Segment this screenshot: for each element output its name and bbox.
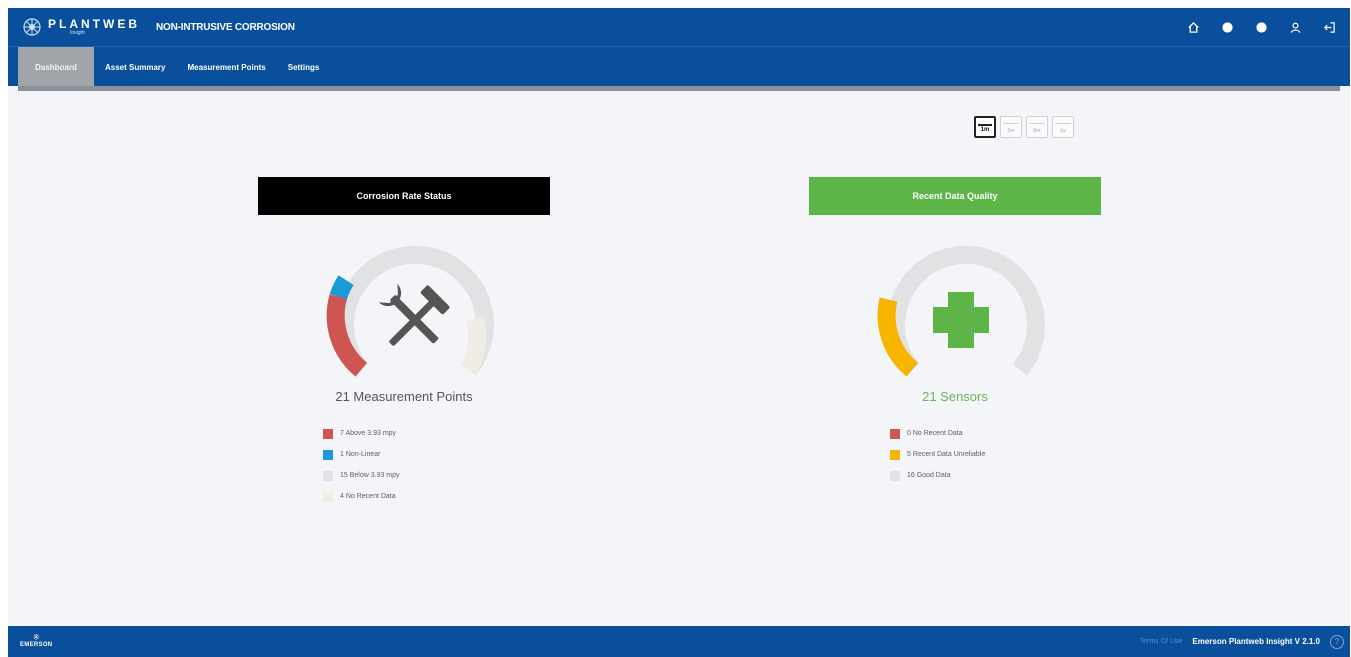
plantweb-logo-icon: [22, 17, 42, 37]
range-3m-calendar-icon[interactable]: 3m: [1000, 116, 1022, 138]
footer: ※ EMERSON Terms Of Use Emerson Plantweb …: [8, 626, 1350, 657]
help-circle-icon[interactable]: [1254, 20, 1268, 34]
terms-of-use-link[interactable]: Terms Of Use: [1140, 638, 1183, 645]
brand[interactable]: PLANTWEB Insight: [22, 17, 140, 37]
emerson-name: EMERSON: [20, 642, 53, 648]
corrosion-gauge-track: [336, 245, 494, 376]
legend-label: 15 Below 3.93 mpy: [340, 472, 400, 479]
legend-item-nonlinear[interactable]: 1 Non-Linear: [323, 444, 400, 465]
tab-asset-summary[interactable]: Asset Summary: [94, 47, 176, 87]
app-frame: PLANTWEB Insight NON-INTRUSIVE CORROSION: [8, 8, 1350, 657]
data-quality-gauge[interactable]: [866, 228, 1046, 388]
tab-dashboard[interactable]: Dashboard: [18, 47, 94, 87]
legend-label: 0 No Recent Data: [907, 430, 963, 437]
nav-tabs: Dashboard Asset Summary Measurement Poin…: [18, 47, 330, 87]
corrosion-gauge-segment-norecent: [460, 315, 487, 375]
main-nav: Dashboard Asset Summary Measurement Poin…: [8, 46, 1350, 87]
logout-icon[interactable]: [1322, 20, 1336, 34]
legend-swatch: [323, 491, 333, 502]
legend-item-norecent[interactable]: 4 No Recent Data: [323, 486, 400, 507]
brand-sub: Insight: [70, 30, 85, 36]
range-6m-calendar-icon[interactable]: 6m: [1026, 116, 1048, 138]
user-icon[interactable]: [1288, 20, 1302, 34]
legend-item-below[interactable]: 15 Below 3.93 mpy: [323, 465, 400, 486]
tab-measurement-points[interactable]: Measurement Points: [176, 47, 276, 87]
range-6m-label: 6m: [1033, 128, 1041, 134]
legend-item-unreliable[interactable]: 5 Recent Data Unreliable: [890, 444, 985, 465]
legend-item-good[interactable]: 16 Good Data: [890, 465, 985, 486]
tools-icon: [378, 283, 450, 346]
recent-data-quality-header[interactable]: Recent Data Quality: [809, 177, 1101, 215]
corrosion-gauge[interactable]: [315, 228, 495, 388]
footer-right: Terms Of Use Emerson Plantweb Insight V …: [1140, 626, 1344, 657]
notifications-icon[interactable]: [1220, 20, 1234, 34]
legend-item-above[interactable]: 7 Above 3.93 mpy: [323, 423, 400, 444]
nav-divider: [18, 86, 1340, 91]
sensors-count: 21 Sensors: [922, 389, 988, 404]
corrosion-legend: 7 Above 3.93 mpy 1 Non-Linear 15 Below 3…: [323, 423, 400, 507]
top-header: PLANTWEB Insight NON-INTRUSIVE CORROSION: [8, 8, 1350, 46]
legend-label: 1 Non-Linear: [340, 451, 381, 458]
brand-name: PLANTWEB: [48, 17, 140, 31]
emerson-logo[interactable]: ※ EMERSON: [20, 633, 53, 649]
measurement-points-count: 21 Measurement Points: [335, 389, 473, 404]
range-1m-label: 1m: [980, 127, 990, 133]
legend-swatch: [890, 428, 900, 439]
plus-icon: [933, 292, 989, 348]
legend-swatch: [323, 470, 333, 481]
version-text: Emerson Plantweb Insight V 2.1.0: [1192, 637, 1320, 646]
quality-legend: 0 No Recent Data 5 Recent Data Unreliabl…: [890, 423, 985, 486]
range-1y-label: 1y: [1060, 128, 1066, 134]
legend-swatch: [323, 428, 333, 439]
legend-label: 4 No Recent Data: [340, 493, 396, 500]
legend-item-no-recent[interactable]: 0 No Recent Data: [890, 423, 985, 444]
range-3m-label: 3m: [1007, 128, 1015, 134]
tab-settings[interactable]: Settings: [277, 47, 331, 87]
legend-label: 7 Above 3.93 mpy: [340, 430, 397, 437]
time-range-selector: 1m 3m 6m 1y: [974, 116, 1074, 138]
corrosion-rate-status-header[interactable]: Corrosion Rate Status: [258, 177, 550, 215]
emerson-mark-icon: ※: [32, 633, 40, 642]
range-1m-calendar-icon[interactable]: 1m: [974, 116, 996, 138]
legend-label: 16 Good Data: [907, 472, 951, 479]
header-actions: [1186, 8, 1336, 46]
legend-label: 5 Recent Data Unreliable: [907, 451, 986, 458]
legend-swatch: [323, 449, 333, 460]
home-icon[interactable]: [1186, 20, 1200, 34]
app-title: NON-INTRUSIVE CORROSION: [156, 21, 295, 33]
legend-swatch: [890, 470, 900, 481]
legend-swatch: [890, 449, 900, 460]
help-icon[interactable]: ?: [1330, 634, 1344, 649]
range-1y-calendar-icon[interactable]: 1y: [1052, 116, 1074, 138]
corrosion-gauge-segment-nonlinear: [329, 275, 354, 300]
